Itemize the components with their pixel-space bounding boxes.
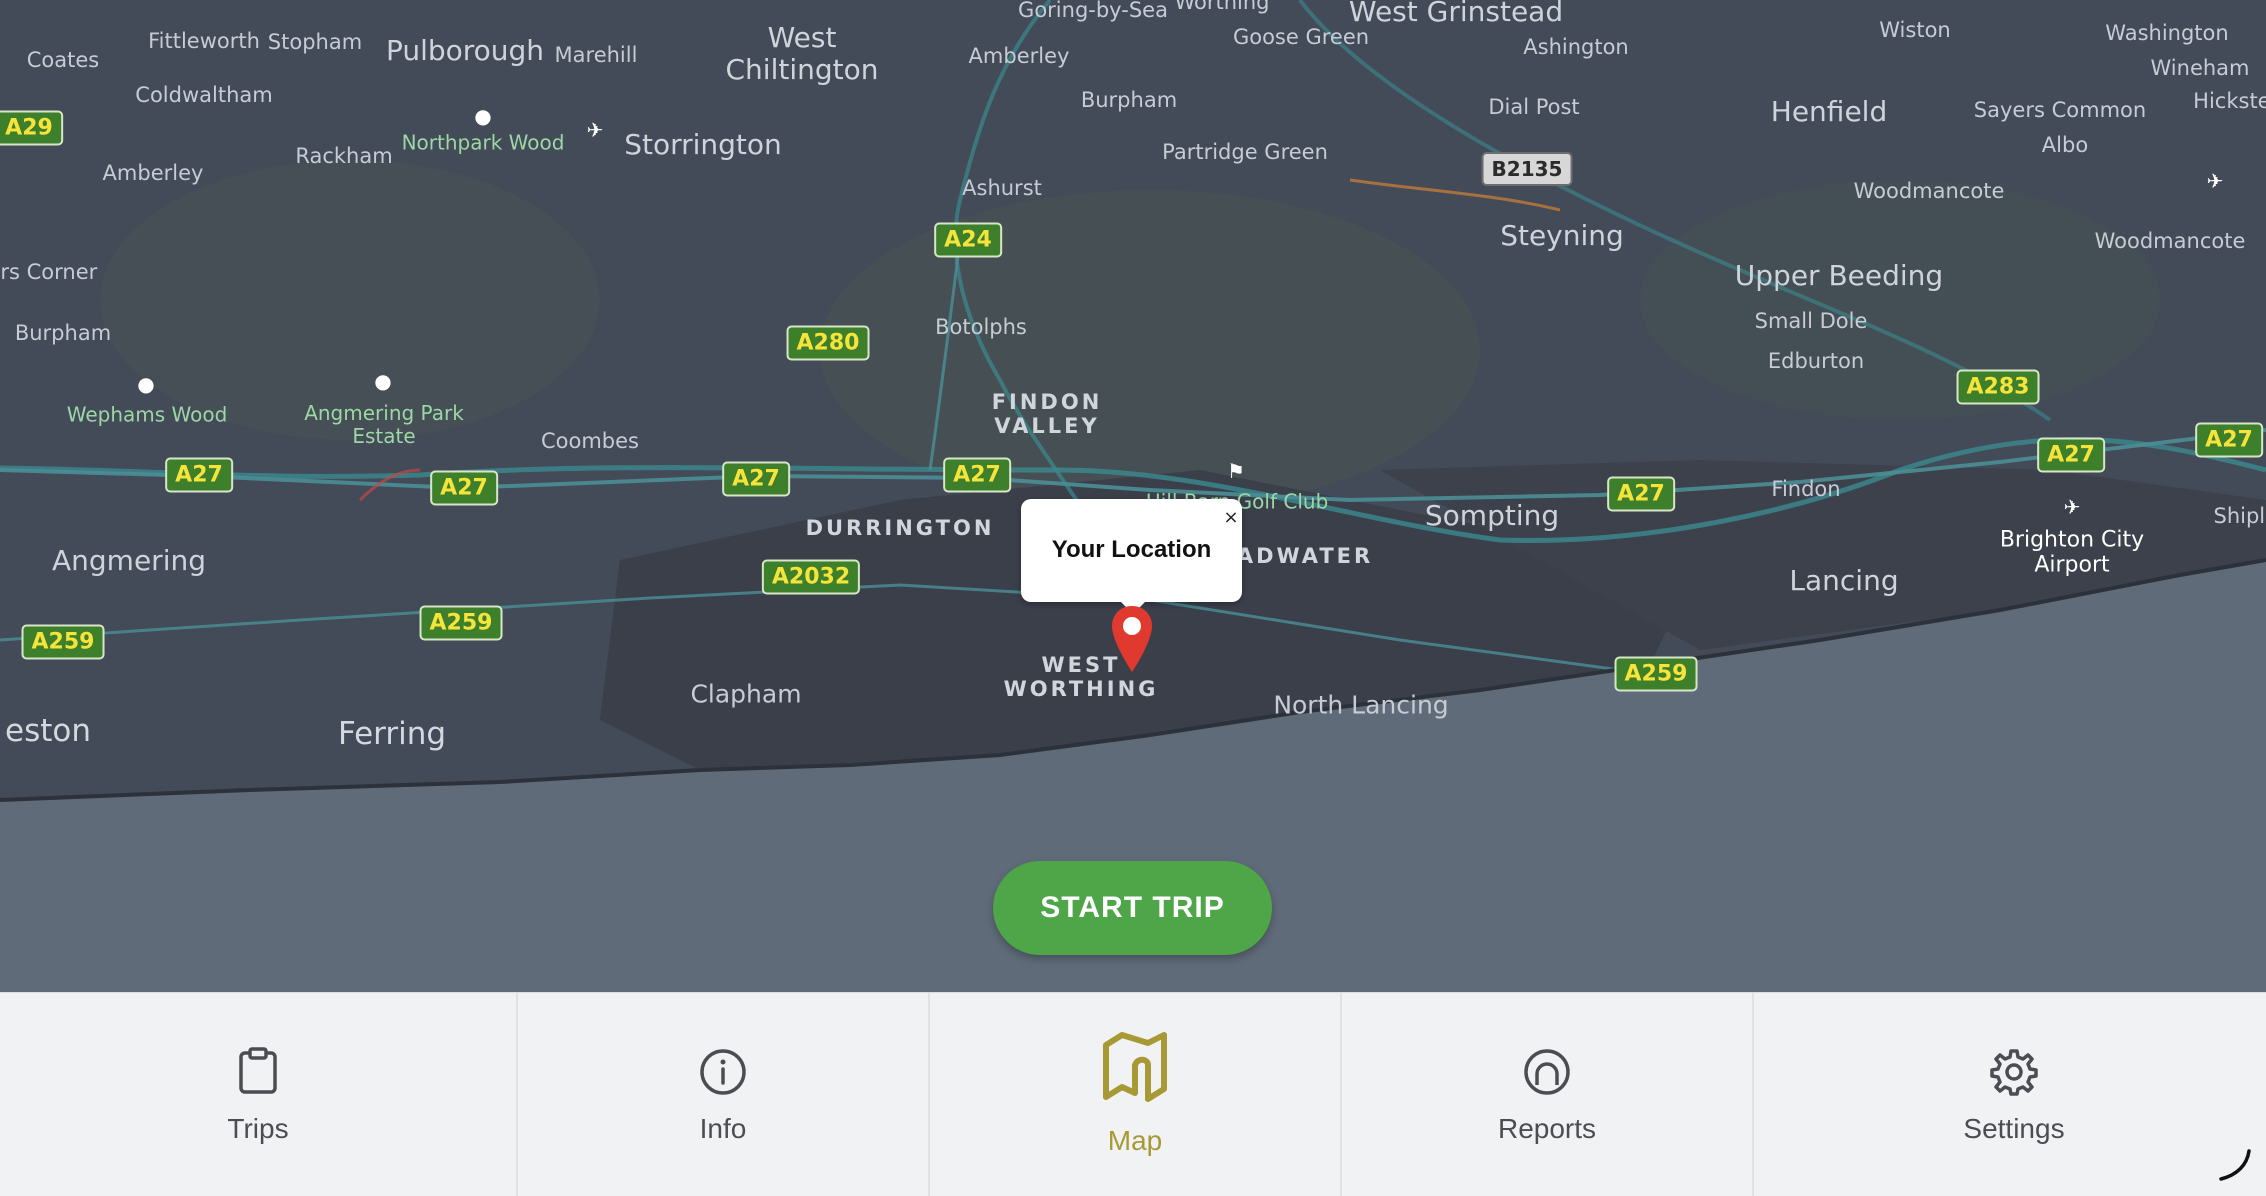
road-shield: A24 bbox=[934, 223, 1002, 258]
popup-title: Your Location bbox=[1021, 536, 1242, 564]
road-shield: A27 bbox=[1607, 477, 1675, 512]
road-shield: A259 bbox=[22, 625, 105, 660]
place-label: Hickstead bbox=[2193, 89, 2266, 113]
map-icon bbox=[1100, 1031, 1170, 1103]
place-label: Wineham bbox=[2150, 56, 2249, 80]
place-label: Amberley bbox=[969, 44, 1070, 68]
place-label: Marehill bbox=[555, 43, 638, 67]
place-label: Sayers Common bbox=[1974, 98, 2146, 122]
place-label: Storrington bbox=[624, 129, 782, 161]
place-label: Upper Beeding bbox=[1735, 260, 1943, 292]
place-label: Goring-by-Sea bbox=[1018, 0, 1168, 22]
place-label: Ashington bbox=[1523, 35, 1628, 59]
road-shield: A27 bbox=[943, 458, 1011, 493]
tab-map[interactable]: Map bbox=[930, 993, 1342, 1196]
tree-icon: ● bbox=[137, 372, 154, 396]
road-shield: A280 bbox=[787, 326, 870, 361]
place-label: Angmering bbox=[52, 545, 206, 577]
tab-label: Reports bbox=[1342, 1113, 1752, 1145]
place-label: Worthing bbox=[1174, 0, 1269, 14]
info-icon bbox=[698, 1047, 748, 1097]
place-label: Burpham bbox=[15, 321, 111, 345]
location-popup: × Your Location bbox=[1021, 499, 1242, 602]
location-pin-icon[interactable] bbox=[1110, 604, 1154, 676]
place-label: Coombes bbox=[541, 429, 639, 453]
place-label: Fittleworth bbox=[148, 29, 260, 53]
place-label: Ashurst bbox=[962, 176, 1042, 200]
close-icon[interactable]: × bbox=[1220, 507, 1242, 529]
district-label: FINDON VALLEY bbox=[977, 390, 1117, 438]
district-label: DURRINGTON bbox=[806, 516, 995, 540]
airport-icon: ✈ bbox=[2064, 495, 2081, 519]
tree-icon: ● bbox=[374, 369, 391, 393]
tab-info[interactable]: Info bbox=[518, 993, 930, 1196]
road-shield: A27 bbox=[430, 471, 498, 506]
place-label: Rackham bbox=[295, 144, 392, 168]
road-shield: A27 bbox=[165, 458, 233, 493]
clipboard-icon bbox=[238, 1047, 278, 1095]
tab-reports[interactable]: Reports bbox=[1342, 993, 1754, 1196]
park-label: Northpark Wood bbox=[402, 132, 565, 155]
place-label: Woodmancote bbox=[2095, 229, 2246, 253]
place-label: Amberley bbox=[103, 161, 204, 185]
road-shield: A27 bbox=[2195, 423, 2263, 458]
place-label: Goose Green bbox=[1233, 25, 1369, 49]
tab-trips[interactable]: Trips bbox=[0, 993, 518, 1196]
road-shield: A2032 bbox=[762, 560, 860, 595]
gear-icon bbox=[1989, 1047, 2039, 1097]
place-label: Pulborough bbox=[386, 35, 544, 67]
place-label: Clapham bbox=[690, 681, 801, 710]
place-label: Coldwaltham bbox=[135, 83, 272, 107]
place-label: Wiston bbox=[1879, 18, 1950, 42]
district-label: ADWATER bbox=[1237, 544, 1373, 568]
place-label: Henfield bbox=[1771, 96, 1887, 128]
place-label: West Chiltington bbox=[717, 22, 887, 86]
tab-label: Map bbox=[930, 1125, 1340, 1157]
place-label: Stopham bbox=[268, 30, 362, 54]
place-label: Washington bbox=[2105, 21, 2228, 45]
road-shield: A283 bbox=[1957, 370, 2040, 405]
place-label: Sompting bbox=[1425, 500, 1559, 532]
place-label: Lancing bbox=[1789, 565, 1898, 597]
road-shield: A259 bbox=[420, 606, 503, 641]
road-shield: A27 bbox=[722, 462, 790, 497]
park-label: Angmering Park Estate bbox=[304, 402, 464, 448]
place-label: Steyning bbox=[1500, 220, 1624, 252]
reports-icon bbox=[1522, 1047, 1572, 1097]
place-label: Edburton bbox=[1768, 349, 1864, 373]
place-label: Broomers Corner bbox=[0, 260, 97, 284]
road-shield: A29 bbox=[0, 111, 63, 146]
place-label: Findon bbox=[1771, 477, 1840, 501]
place-label: Albo bbox=[2042, 133, 2088, 157]
airfield-icon: ✈ bbox=[587, 118, 604, 142]
place-label: North Lancing bbox=[1273, 692, 1448, 721]
tab-label: Trips bbox=[0, 1113, 516, 1145]
place-label: Ferring bbox=[338, 717, 446, 753]
tab-label: Info bbox=[518, 1113, 928, 1145]
golf-icon: ⚑ bbox=[1227, 459, 1245, 483]
place-label: Coates bbox=[27, 48, 99, 72]
road-shield: B2135 bbox=[1482, 152, 1573, 186]
place-label: Burpham bbox=[1081, 88, 1177, 112]
airfield-icon: ✈ bbox=[2207, 169, 2224, 193]
map-view[interactable]: Coates Fittleworth Stopham Pulborough Ma… bbox=[0, 0, 2266, 992]
place-label: Dial Post bbox=[1488, 95, 1579, 119]
tree-icon: ● bbox=[474, 104, 491, 128]
start-trip-button[interactable]: START TRIP bbox=[993, 861, 1272, 955]
bottom-tab-bar: Trips Info Map Reports Settings bbox=[0, 992, 2266, 1196]
place-label: Shipley bbox=[2214, 504, 2266, 528]
place-label: West Grinstead bbox=[1349, 0, 1563, 28]
tab-settings[interactable]: Settings bbox=[1754, 993, 2266, 1196]
loading-spinner-icon bbox=[2215, 1145, 2255, 1185]
place-label: Small Dole bbox=[1755, 309, 1868, 333]
place-label: Botolphs bbox=[935, 315, 1027, 339]
park-label: Wephams Wood bbox=[67, 404, 228, 427]
place-label: eston bbox=[5, 714, 91, 750]
road-shield: A27 bbox=[2037, 438, 2105, 473]
tab-label: Settings bbox=[1754, 1113, 2266, 1145]
place-label: Woodmancote bbox=[1854, 179, 2005, 203]
road-shield: A259 bbox=[1615, 657, 1698, 692]
place-label: Partridge Green bbox=[1162, 140, 1328, 164]
airport-label: Brighton City Airport bbox=[1982, 528, 2162, 579]
